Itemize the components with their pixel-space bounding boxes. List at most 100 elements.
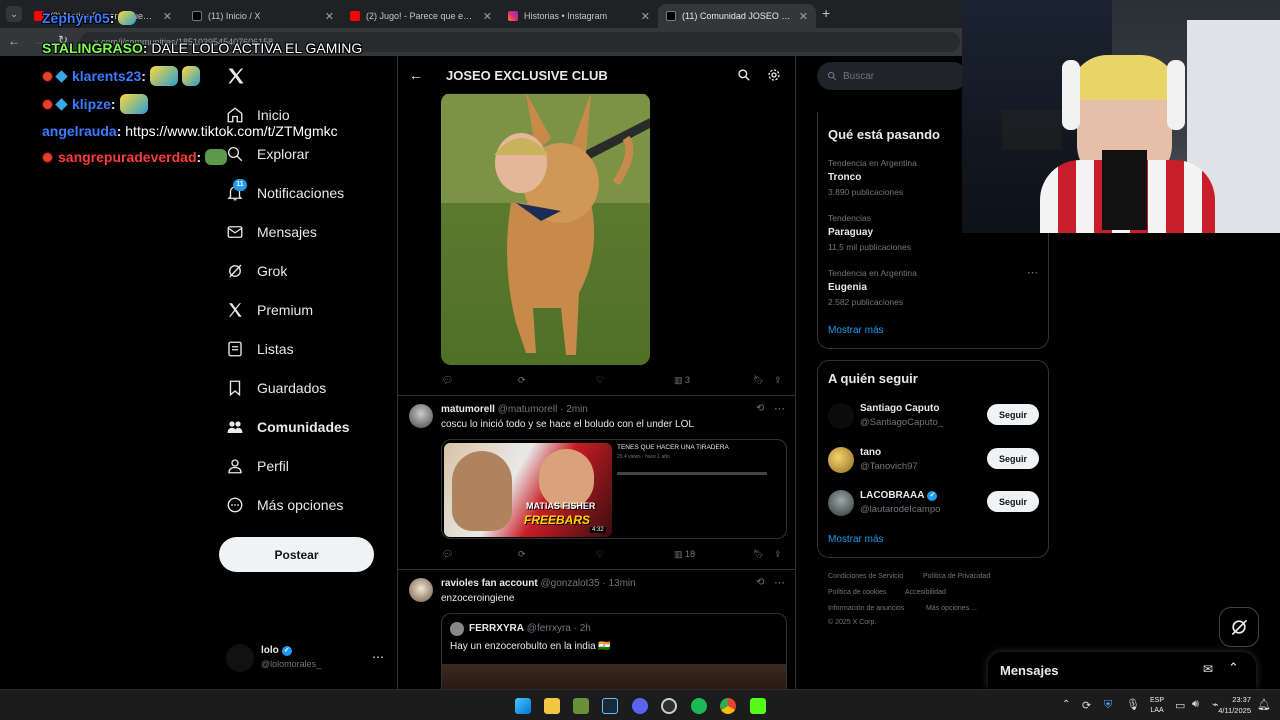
sidebar-item-mensajes[interactable]: Mensajes (226, 223, 317, 241)
footer-link[interactable]: Más opciones ... (926, 605, 977, 612)
sidebar-item-perfil[interactable]: Perfil (226, 457, 289, 475)
notification-bell-icon[interactable]: 🔔︎ (1257, 698, 1271, 711)
back-arrow-icon[interactable]: ← (409, 67, 423, 83)
sidebar-item-comunidades[interactable]: Comunidades (226, 418, 350, 436)
sidebar-item-mas-opciones[interactable]: Más opciones (226, 496, 343, 514)
footer-link[interactable]: Política de Privacidad (923, 573, 990, 580)
follow-suggestion[interactable]: Santiago Caputo @SantiagoCaputo_ (828, 401, 978, 431)
search-icon[interactable] (737, 68, 751, 82)
spotify-icon[interactable] (691, 698, 707, 714)
messages-drawer[interactable]: Mensajes ✉ ⌃ (988, 652, 1256, 689)
windows-start-icon[interactable] (515, 698, 531, 714)
post-image[interactable] (441, 93, 650, 365)
like-icon[interactable]: ♡ (596, 549, 604, 560)
follow-suggestion[interactable]: tano @Tanovich97 (828, 445, 978, 475)
tweet-handle[interactable]: @matumorell (498, 404, 558, 415)
chat-line: STALINGRASO: DALE LOLO ACTIVA EL GAMING (42, 40, 363, 56)
follow-button[interactable]: Seguir (987, 491, 1039, 512)
sidebar-item-guardados[interactable]: Guardados (226, 379, 326, 397)
language-indicator[interactable]: ESP LAA (1150, 696, 1164, 716)
bookmark-icon[interactable]: 🔖︎ (753, 549, 764, 560)
chevron-up-icon[interactable]: ⌃ (1228, 660, 1239, 676)
link-preview-card[interactable]: MATIAS FISHER FREEBARS 4:32 TENES QUE HA… (441, 439, 787, 539)
search-box[interactable]: Buscar (817, 62, 967, 90)
x-logo-icon (666, 11, 676, 21)
obs-icon[interactable] (661, 698, 677, 714)
bookmark-icon[interactable]: 🔖︎ (753, 375, 764, 386)
instagram-icon (508, 11, 518, 21)
grok-icon[interactable]: ⟲ (756, 403, 764, 414)
account-switcher[interactable]: lolo ✓ @lolomorales_ ⋯ (226, 642, 386, 674)
windows-taskbar: ⌃ ⟳ ⛨ 🎙︎ ESP LAA ▭ 🔊︎ ⌁ 23:37 4/11/2025 … (0, 689, 1280, 720)
follow-suggestion[interactable]: LACOBRAAA ✓ @lautarodeIcampo (828, 488, 978, 518)
tweet-time[interactable]: 2min (566, 404, 588, 415)
chrome-icon[interactable] (720, 698, 736, 714)
footer-link[interactable]: Información de anuncios (828, 605, 904, 612)
tweet-handle[interactable]: @gonzalot35 (540, 578, 599, 589)
footer-link[interactable]: Política de cookies (828, 589, 886, 596)
discord-icon[interactable] (632, 698, 648, 714)
tweet-author[interactable]: matumorell (441, 404, 495, 415)
trend-item[interactable]: Tendencia en Argentina Eugenia 2.582 pub… (828, 268, 1038, 307)
steam-icon[interactable] (602, 698, 618, 714)
avatar (828, 447, 854, 473)
sidebar-item-premium[interactable]: Premium (226, 301, 313, 319)
more-dots-icon[interactable]: ⋯ (1027, 266, 1038, 279)
grok-icon[interactable]: ⟲ (756, 577, 764, 588)
like-icon[interactable]: ♡ (596, 375, 604, 386)
footer-link[interactable]: Condiciones de Servicio (828, 573, 903, 580)
thumbnail-subtitle: FREEBARS (524, 513, 591, 527)
quoted-time: 2h (579, 623, 591, 634)
sub-badge-icon (42, 151, 53, 163)
footer-link[interactable]: Accesibilidad (905, 589, 946, 596)
reply-icon[interactable]: 💬︎ (442, 375, 453, 386)
follow-button[interactable]: Seguir (987, 448, 1039, 469)
tray-overflow-icon[interactable]: ⌃ (1062, 699, 1070, 710)
sidebar-item-listas[interactable]: Listas (226, 340, 294, 358)
show-more-link[interactable]: Mostrar más (828, 534, 884, 545)
spreadsheet-app-icon[interactable] (573, 698, 589, 714)
network-icon[interactable]: ▭ (1175, 699, 1185, 712)
share-icon[interactable]: ⇪ (774, 549, 782, 560)
grok-floating-button[interactable] (1219, 607, 1259, 647)
new-message-icon[interactable]: ✉ (1203, 662, 1213, 676)
tweet-time[interactable]: 13min (608, 578, 635, 589)
avatar[interactable] (409, 404, 433, 428)
show-more-link[interactable]: Mostrar más (828, 325, 884, 336)
dog-meme-image (441, 93, 650, 355)
close-tab-icon[interactable]: ✕ (641, 10, 650, 23)
views-icon[interactable]: ▥ 3 (674, 375, 690, 386)
tray-app-icon[interactable]: ⟳ (1082, 699, 1091, 712)
clock[interactable]: 23:37 4/11/2025 (1213, 694, 1251, 716)
browser-tab-active[interactable]: (11) Comunidad JOSEO EXCLUSI✕ (658, 4, 816, 28)
share-icon[interactable]: ⇪ (774, 375, 782, 386)
more-dots-icon[interactable]: ⋯ (774, 576, 785, 589)
more-dots-icon[interactable]: ⋯ (774, 402, 785, 415)
sidebar-item-grok[interactable]: Grok (226, 262, 287, 280)
avatar (450, 622, 464, 636)
close-tab-icon[interactable]: ✕ (799, 10, 808, 23)
new-tab-button[interactable]: + (822, 5, 830, 21)
follow-button[interactable]: Seguir (987, 404, 1039, 425)
post-button[interactable]: Postear (219, 537, 374, 572)
reply-icon[interactable]: 💬︎ (442, 549, 453, 560)
volume-icon[interactable]: 🔊︎ (1192, 698, 1199, 711)
more-dots-icon[interactable]: ⋯ (372, 650, 384, 664)
repost-icon[interactable]: ⟳ (518, 375, 526, 386)
trend-name: Eugenia (828, 282, 867, 293)
repost-icon[interactable]: ⟳ (518, 549, 526, 560)
gear-icon[interactable] (767, 68, 781, 82)
close-tab-icon[interactable]: ✕ (483, 10, 492, 23)
tweet-author[interactable]: ravioles fan account (441, 578, 538, 589)
sidebar-item-notificaciones[interactable]: Notificaciones 11 (226, 179, 344, 202)
trend-count: 11,5 mil publicaciones (828, 242, 911, 252)
file-explorer-icon[interactable] (544, 698, 560, 714)
avatar[interactable] (409, 578, 433, 602)
kick-icon[interactable] (750, 698, 766, 714)
follow-handle: @Tanovich97 (860, 461, 918, 472)
views-icon[interactable]: ▥ 18 (674, 549, 695, 560)
quoted-tweet[interactable]: FERRXYRA @ferrxyra · 2h Hay un enzocerob… (441, 613, 787, 690)
microphone-icon[interactable]: 🎙︎ (1126, 698, 1140, 711)
tray-shield-icon[interactable]: ⛨ (1104, 699, 1112, 712)
browser-tab[interactable]: Historias • Instagram ✕ (500, 4, 658, 28)
